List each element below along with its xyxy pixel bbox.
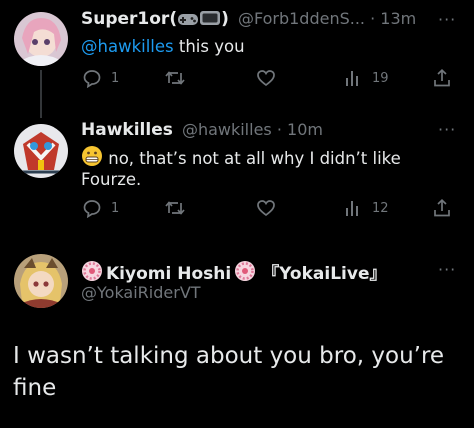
retweet-button[interactable] <box>164 68 186 88</box>
handle[interactable]: @hawkilles <box>182 120 272 139</box>
tweet-text-line-2: Fourze. <box>81 170 142 189</box>
mention-link[interactable]: @hawkilles <box>81 37 174 56</box>
tweet-header: Super1or() @Forb1ddenS... · 13m <box>81 9 417 31</box>
sakura-emoji <box>234 260 256 286</box>
views-button[interactable]: 12 <box>344 198 389 218</box>
views-count: 19 <box>372 70 389 86</box>
like-button[interactable] <box>256 68 276 88</box>
reply-count: 1 <box>111 200 120 216</box>
views-icon <box>344 198 362 218</box>
focused-tweet-text: I wasn’t talking about you bro, you’re f… <box>13 343 445 401</box>
reply-count: 1 <box>111 70 120 86</box>
share-icon <box>432 198 452 218</box>
tweet-header: Hawkilles @hawkilles · 10m <box>81 120 323 140</box>
views-icon <box>344 68 362 88</box>
like-icon <box>256 198 276 218</box>
share-button[interactable] <box>432 68 452 88</box>
avatar[interactable] <box>14 12 68 66</box>
like-button[interactable] <box>256 198 276 218</box>
views-button[interactable]: 19 <box>344 68 389 88</box>
thread-line <box>40 70 42 118</box>
share-button[interactable] <box>432 198 452 218</box>
reply-button[interactable]: 1 <box>82 198 119 218</box>
display-name[interactable]: Super1or( <box>81 9 177 29</box>
more-icon[interactable]: ··· <box>438 120 456 139</box>
avatar[interactable] <box>14 254 68 308</box>
handle[interactable]: @Forb1ddenS... <box>238 9 365 28</box>
timestamp[interactable]: · 13m <box>370 9 416 28</box>
tv-emoji <box>199 9 221 31</box>
like-icon <box>256 68 276 88</box>
share-icon <box>432 68 452 88</box>
reply-icon <box>82 198 102 218</box>
avatar[interactable] <box>14 124 68 178</box>
tweet-text: @hawkilles this you <box>81 37 245 56</box>
handle[interactable]: @YokaiRiderVT <box>81 283 201 302</box>
retweet-icon <box>164 198 186 218</box>
more-icon[interactable]: ··· <box>438 10 456 29</box>
reply-icon <box>82 68 102 88</box>
gamepad-emoji <box>177 11 199 31</box>
retweet-icon <box>164 68 186 88</box>
reply-button[interactable]: 1 <box>82 68 119 88</box>
display-name-tag: 『YokaiLive』 <box>262 264 387 284</box>
quoted-header: Kiyomi Hoshi 『YokaiLive』 <box>81 259 387 286</box>
display-name[interactable]: Hawkilles <box>81 120 173 140</box>
retweet-button[interactable] <box>164 198 186 218</box>
timestamp[interactable]: · 10m <box>277 120 323 139</box>
views-count: 12 <box>372 200 389 216</box>
display-name[interactable]: Kiyomi Hoshi <box>106 264 231 284</box>
more-icon[interactable]: ··· <box>438 260 456 279</box>
